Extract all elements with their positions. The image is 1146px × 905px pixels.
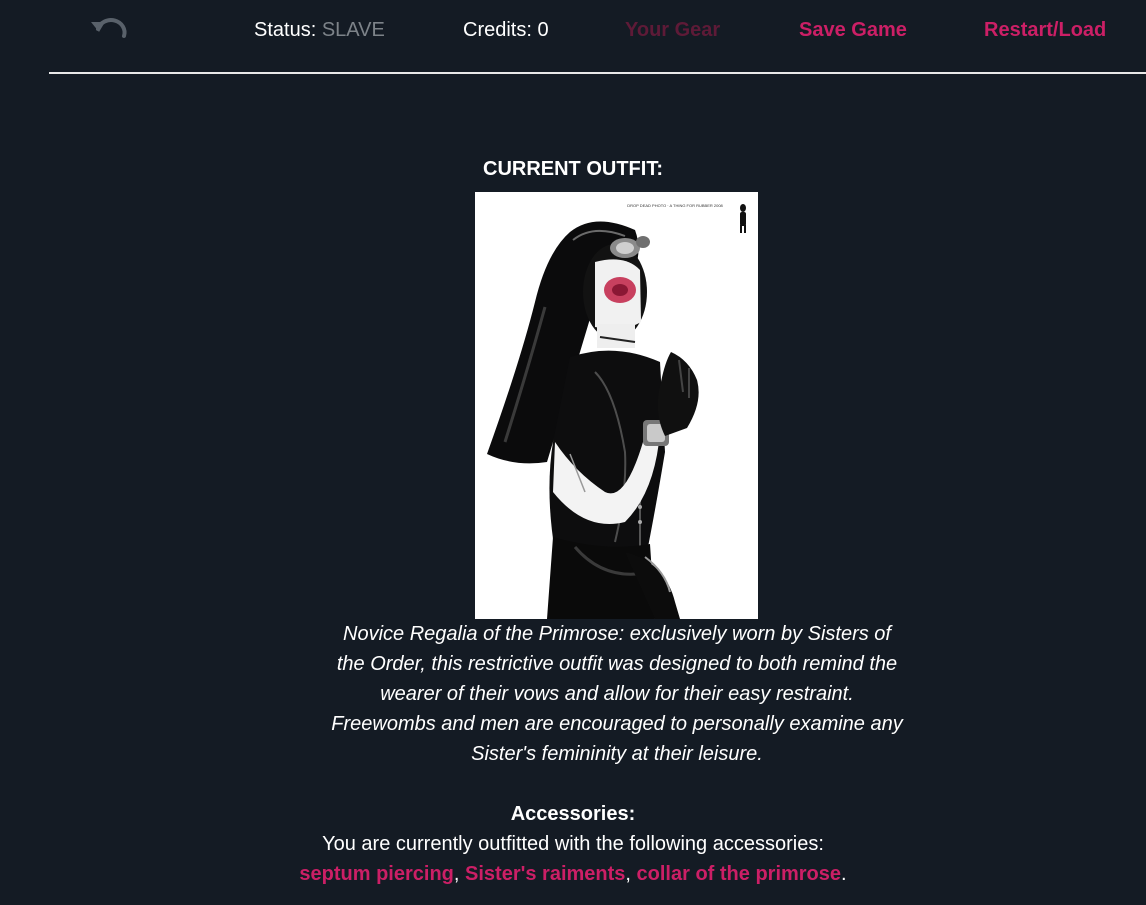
- accessories-list: septum piercing, Sister's raiments, coll…: [0, 862, 1146, 886]
- outfit-description: Novice Regalia of the Primrose: exclusiv…: [331, 623, 903, 765]
- accessory-separator: ,: [625, 863, 637, 885]
- credits-label: Credits:: [463, 19, 532, 41]
- status-value: SLAVE: [321, 19, 385, 41]
- undo-icon[interactable]: [88, 12, 132, 46]
- outfit-photo: DROP DEAD PHOTO · A THING FOR RUBBER 200…: [475, 192, 758, 619]
- accessory-link-septum-piercing[interactable]: septum piercing: [299, 863, 453, 885]
- accessory-separator: ,: [453, 863, 466, 885]
- your-gear-link[interactable]: Your Gear: [625, 18, 720, 42]
- accessory-link-collar-of-the-primrose[interactable]: collar of the primrose: [637, 863, 842, 885]
- status-label: Status:: [254, 19, 317, 41]
- accessory-list-end: .: [841, 863, 847, 885]
- top-bar: Status: SLAVE Credits: 0 Your Gear Save …: [0, 0, 1146, 62]
- photo-caption: DROP DEAD PHOTO · A THING FOR RUBBER 200…: [627, 203, 723, 208]
- accessories-heading: Accessories:: [510, 803, 636, 825]
- credits-display: Credits: 0: [463, 18, 549, 42]
- restart-load-link[interactable]: Restart/Load: [984, 18, 1106, 42]
- current-outfit-heading: CURRENT OUTFIT:: [483, 158, 663, 180]
- accessory-link-sisters-raiments[interactable]: Sister's raiments: [465, 863, 625, 885]
- status-display: Status: SLAVE: [254, 18, 385, 42]
- header-divider: [49, 72, 1146, 74]
- save-game-link[interactable]: Save Game: [799, 18, 907, 42]
- credits-value: 0: [537, 19, 549, 41]
- accessories-intro: You are currently outfitted with the fol…: [322, 833, 824, 855]
